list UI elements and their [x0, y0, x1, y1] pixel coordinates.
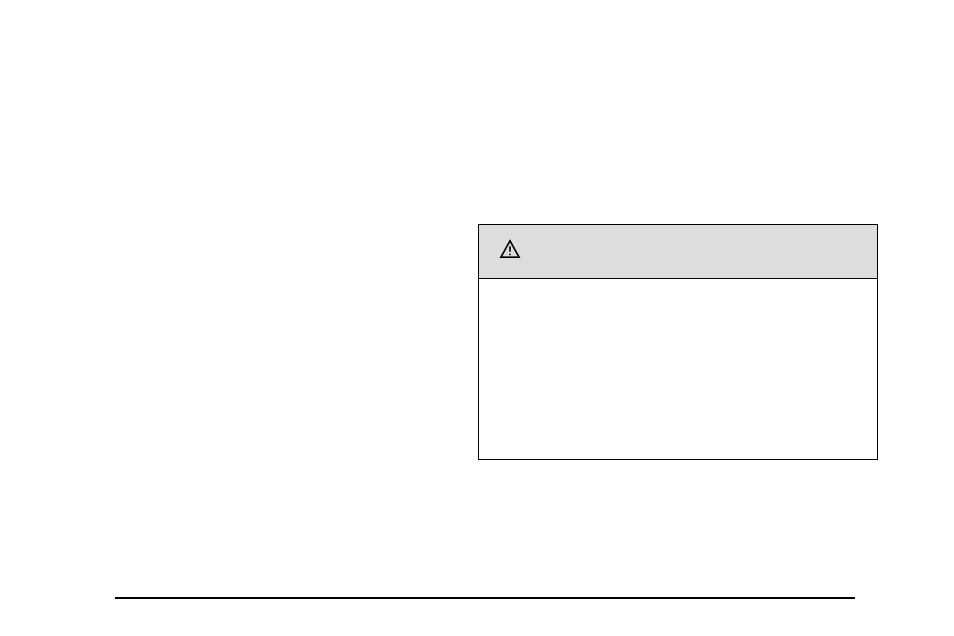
caution-box — [478, 224, 878, 460]
page-divider — [115, 597, 855, 599]
caution-header — [479, 225, 877, 279]
warning-icon — [499, 239, 521, 264]
caution-body — [479, 279, 877, 459]
